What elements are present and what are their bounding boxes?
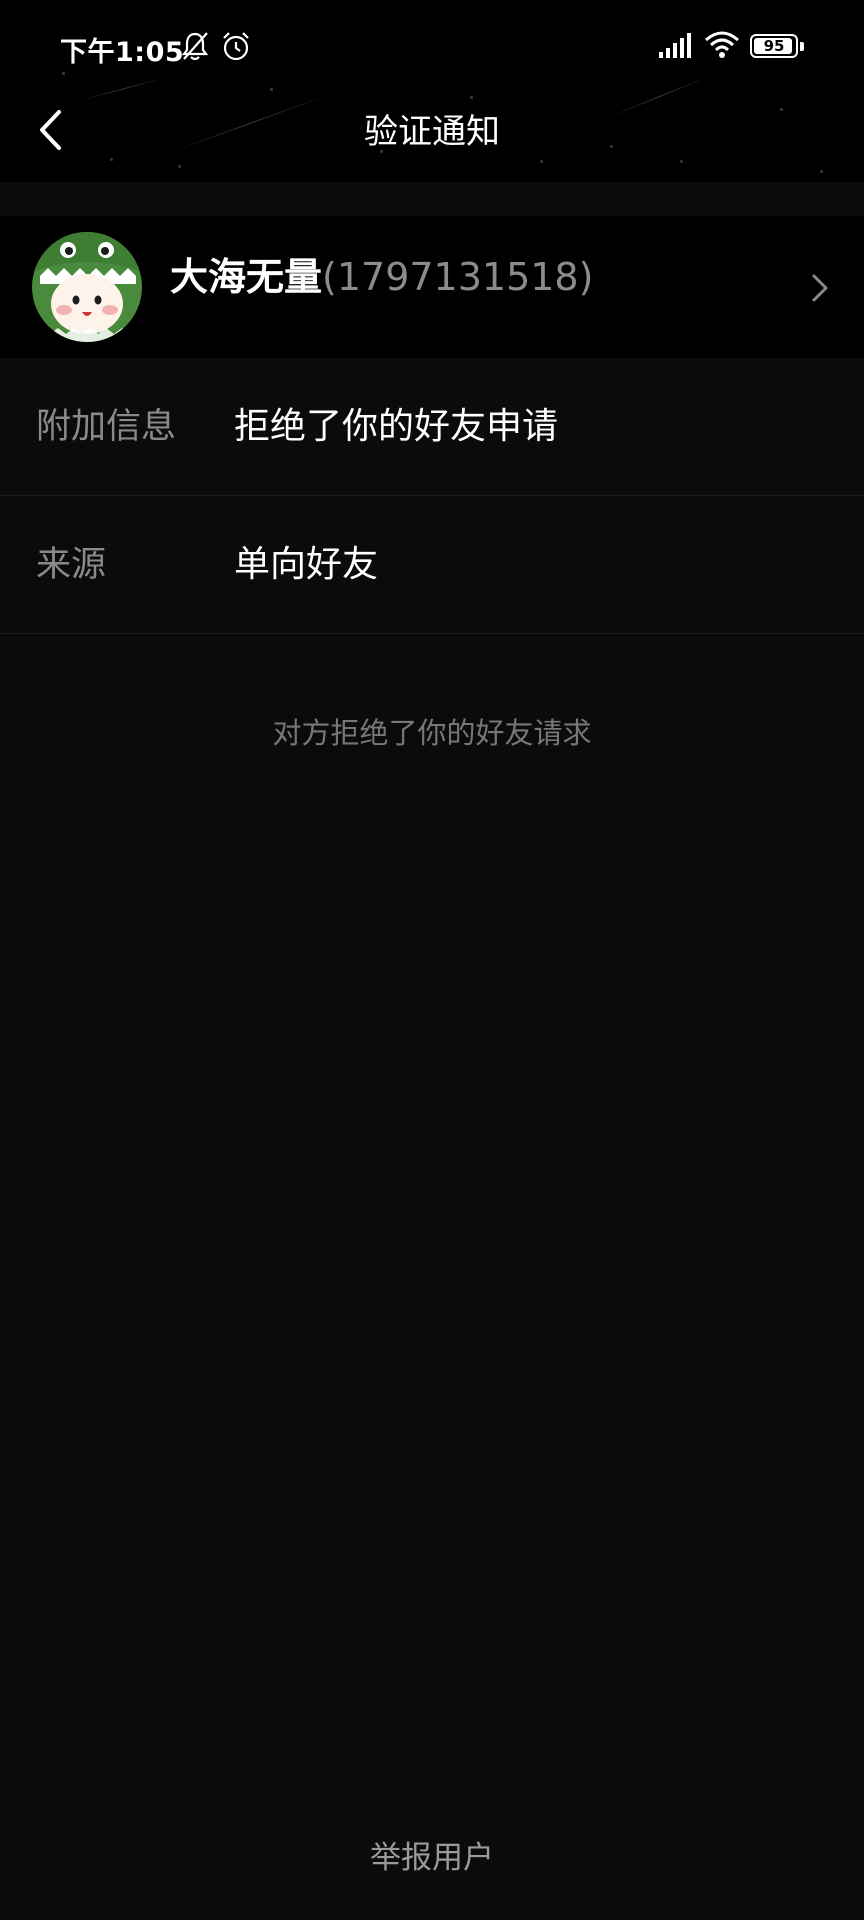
profile-name-line: 大海无量(1797131518) [170, 246, 593, 301]
info-value: 单向好友 [234, 544, 379, 585]
info-label: 附加信息 [36, 407, 177, 447]
profile-row[interactable]: 大海无量(1797131518) [0, 216, 864, 358]
alarm-icon [220, 30, 252, 66]
info-label: 来源 [36, 545, 107, 585]
rejection-notice: 对方拒绝了你的好友请求 [272, 716, 592, 750]
report-user-button[interactable]: 举报用户 [0, 1832, 864, 1877]
battery-level: 95 [763, 36, 785, 55]
wifi-icon [704, 30, 740, 64]
info-value: 拒绝了你的好友申请 [234, 406, 559, 447]
status-time: 下午1:05 [60, 37, 185, 68]
page-title: 验证通知 [364, 112, 500, 152]
star-decoration [470, 96, 473, 99]
info-row-source: 来源 单向好友 [0, 496, 864, 634]
avatar[interactable] [32, 232, 142, 342]
signal-icon [658, 32, 692, 64]
star-decoration [178, 165, 181, 168]
battery-icon: 95 [750, 34, 798, 58]
status-bar: 下午1:05 95 [0, 0, 864, 94]
info-row-extra-info: 附加信息 拒绝了你的好友申请 [0, 358, 864, 496]
profile-name: 大海无量 [170, 255, 323, 299]
star-decoration [820, 170, 823, 173]
battery-tip [800, 42, 804, 51]
profile-id: (1797131518) [322, 255, 594, 299]
star-decoration [540, 160, 543, 163]
mute-bell-icon [180, 30, 210, 66]
chevron-right-icon [808, 272, 832, 304]
section-divider [0, 182, 864, 216]
star-decoration [110, 158, 113, 161]
star-decoration [680, 160, 683, 163]
